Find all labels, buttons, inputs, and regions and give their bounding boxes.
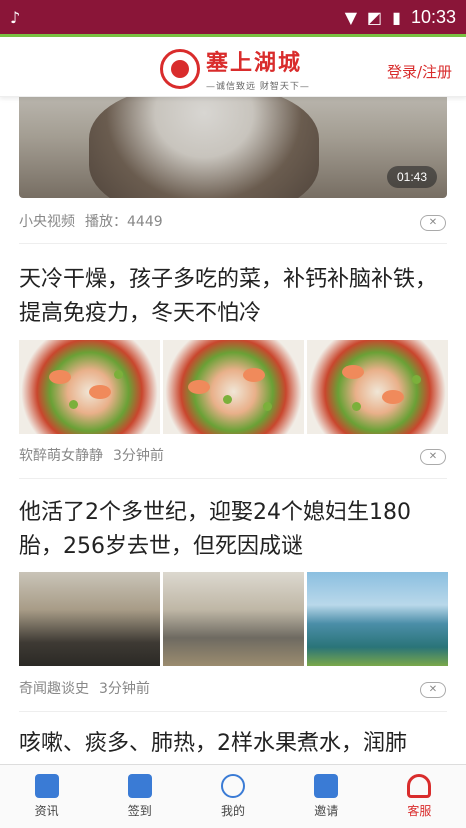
tab-checkin[interactable]: 签到	[93, 765, 186, 828]
tab-customer-service[interactable]: 客服	[373, 765, 466, 828]
video-meta: 小央视频 播放：4449	[19, 211, 163, 231]
video-duration: 01:43	[386, 166, 437, 188]
article-images[interactable]	[19, 572, 448, 666]
divider	[19, 243, 447, 244]
article-title[interactable]: 天冷干燥，孩子多吃的菜，补钙补脑补铁，提高免疫力，冬天不怕冷	[19, 263, 449, 331]
food-image[interactable]	[19, 340, 160, 434]
logo-title: 塞上湖城	[206, 50, 303, 76]
article-meta: 奇闻趣谈史 3分钟前	[19, 678, 150, 698]
logo-icon	[160, 48, 200, 89]
portrait-image[interactable]	[19, 572, 160, 666]
news-feed: 01:43 小央视频 播放：4449 ✕ 天冷干燥，孩子多吃的菜，补钙补脑补铁，提…	[0, 97, 466, 761]
item-source: 奇闻趣谈史	[19, 681, 89, 697]
app-logo: 塞上湖城 —诚信致远 财智天下—	[160, 45, 310, 92]
play-count: 播放：4449	[85, 214, 163, 230]
logo-subtitle: —诚信致远 财智天下—	[206, 82, 310, 92]
profile-icon	[221, 774, 245, 798]
food-image[interactable]	[307, 340, 448, 434]
login-register-link[interactable]: 登录/注册	[387, 61, 452, 82]
tab-label: 资讯	[34, 804, 59, 818]
item-time: 3分钟前	[99, 681, 150, 697]
status-bar: ♪ ▼ ◩ ▮ 10:33	[0, 0, 466, 34]
divider	[19, 711, 447, 712]
tab-label: 客服	[407, 804, 432, 818]
battery-icon: ▮	[392, 7, 401, 27]
invite-icon	[314, 774, 339, 798]
food-image[interactable]	[163, 340, 304, 434]
tab-label: 邀请	[314, 804, 339, 818]
news-icon	[34, 774, 59, 798]
item-source: 小央视频	[19, 214, 75, 230]
clock: 10:33	[410, 6, 456, 27]
item-source: 软醉萌女静静	[19, 448, 103, 464]
divider	[19, 478, 447, 479]
article-title[interactable]: 他活了2个多世纪，迎娶24个媳妇生180胎，256岁去世，但死因成谜	[19, 496, 449, 564]
article-title[interactable]: 咳嗽、痰多、肺热，2样水果煮水，润肺	[19, 727, 449, 761]
article-images[interactable]	[19, 340, 448, 434]
tab-label: 签到	[127, 804, 152, 818]
item-time: 3分钟前	[113, 448, 164, 464]
headset-icon	[407, 774, 432, 798]
dismiss-button[interactable]: ✕	[420, 215, 446, 231]
app-header: 塞上湖城 —诚信致远 财智天下— 登录/注册	[0, 37, 466, 97]
signal-icon: ◩	[367, 7, 383, 27]
video-thumbnail[interactable]: 01:43	[19, 97, 447, 198]
tab-label: 我的	[221, 804, 246, 818]
statue-image[interactable]	[163, 572, 304, 666]
checkin-icon	[127, 774, 152, 798]
lake-image[interactable]	[307, 572, 448, 666]
dismiss-button[interactable]: ✕	[420, 682, 446, 698]
tab-invite[interactable]: 邀请	[280, 765, 373, 828]
bottom-tab-bar: 资讯 签到 我的 邀请 客服	[0, 764, 466, 828]
wifi-icon: ▼	[344, 7, 358, 27]
article-meta: 软醉萌女静静 3分钟前	[19, 445, 164, 465]
tab-news[interactable]: 资讯	[0, 765, 93, 828]
tiktok-icon: ♪	[10, 7, 21, 27]
tab-profile[interactable]: 我的	[186, 765, 279, 828]
dismiss-button[interactable]: ✕	[420, 449, 446, 465]
